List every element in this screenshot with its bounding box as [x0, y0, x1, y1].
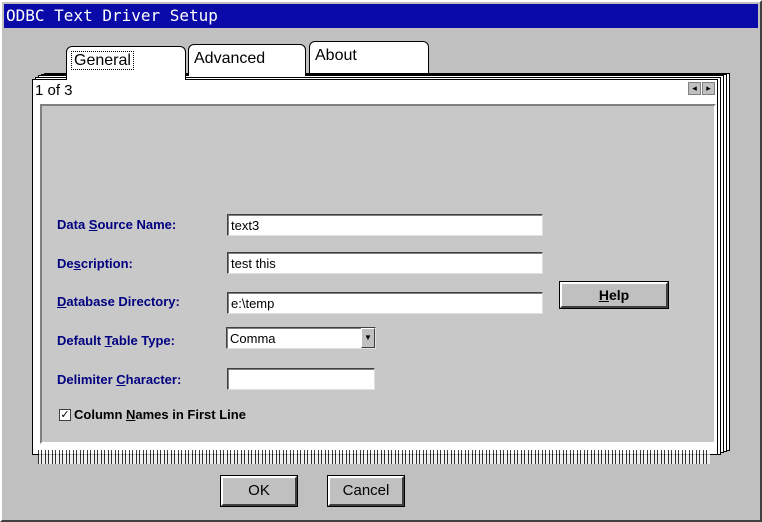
- table-type-select[interactable]: Comma ▼: [226, 327, 376, 349]
- setup-dialog: ODBC Text Driver Setup General Advanced …: [0, 0, 762, 522]
- notebook-binding: [38, 450, 710, 464]
- column-names-checkbox[interactable]: ✓: [59, 409, 71, 421]
- default-table-type-label: Default Table Type:: [57, 333, 175, 348]
- tab-about[interactable]: About: [309, 41, 429, 73]
- tab-general[interactable]: General: [66, 46, 186, 80]
- table-type-value: Comma: [230, 331, 276, 346]
- general-panel: Data Source Name: text3 Description: tes…: [40, 104, 716, 444]
- chevron-down-icon[interactable]: ▼: [361, 328, 375, 348]
- database-directory-label: Database Directory:: [57, 294, 180, 309]
- description-input[interactable]: test this: [227, 252, 543, 274]
- help-button[interactable]: Help: [559, 281, 669, 309]
- next-page-icon[interactable]: ▸: [702, 82, 715, 95]
- tab-advanced[interactable]: Advanced: [188, 44, 306, 76]
- page-arrows: ◂ ▸: [688, 82, 715, 96]
- description-label: Description:: [57, 256, 133, 271]
- prev-page-icon[interactable]: ◂: [688, 82, 701, 95]
- cancel-button[interactable]: Cancel: [327, 475, 405, 507]
- tab-general-label: General: [71, 51, 134, 70]
- tab-about-label: About: [315, 47, 357, 64]
- data-source-name-label: Data Source Name:: [57, 217, 177, 232]
- delimiter-character-input[interactable]: [227, 368, 375, 390]
- column-names-label: Column Names in First Line: [74, 407, 246, 422]
- ok-button[interactable]: OK: [220, 475, 298, 507]
- database-directory-input[interactable]: e:\temp: [227, 292, 543, 314]
- window-title: ODBC Text Driver Setup: [4, 4, 758, 28]
- data-source-name-input[interactable]: text3: [227, 214, 543, 236]
- tab-advanced-label: Advanced: [194, 50, 266, 67]
- page-indicator: 1 of 3: [35, 82, 73, 99]
- notebook-page: 1 of 3 ◂ ▸ Data Source Name: text3 Descr…: [32, 79, 718, 455]
- delimiter-character-label: Delimiter Character:: [57, 372, 182, 387]
